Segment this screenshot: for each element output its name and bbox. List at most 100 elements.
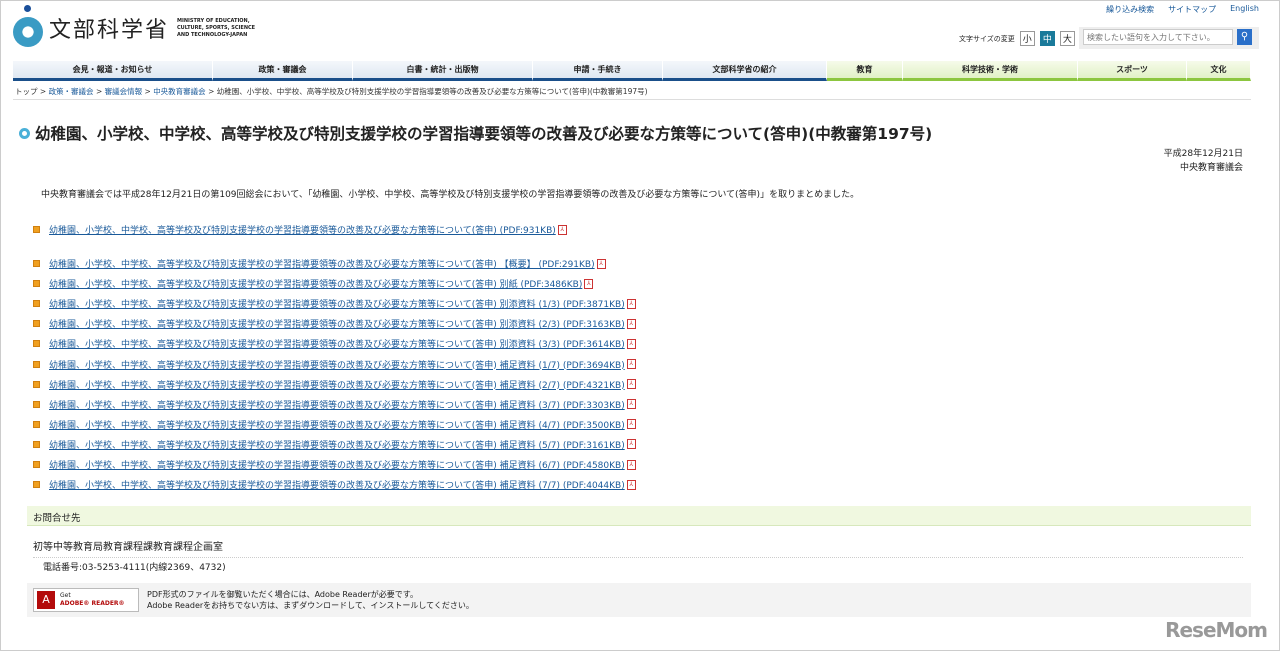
pdf-icon: ⅄ <box>584 278 594 289</box>
pdf-icon: ⅄ <box>626 399 636 410</box>
breadcrumb: トップ > 政策・審議会 > 審議会情報 > 中央教育審議会 > 幼稚園、小学校… <box>15 87 648 96</box>
pdf-icon: ⅄ <box>626 439 636 450</box>
adobe-icon: A <box>37 591 55 609</box>
pdf-link[interactable]: 幼稚園、小学校、中学校、高等学校及び特別支援学校の学習指導要領等の改善及び必要な… <box>49 223 556 236</box>
pdf-link[interactable]: 幼稚園、小学校、中学校、高等学校及び特別支援学校の学習指導要領等の改善及び必要な… <box>49 277 582 290</box>
title-bullet-icon <box>19 127 30 139</box>
font-size-control: 文字サイズの変更 小 中 大 <box>959 31 1075 46</box>
pdf-icon: ⅄ <box>626 338 636 349</box>
global-nav: 会見・報道・お知らせ 政策・審議会 白書・統計・出版物 申請・手続き 文部科学省… <box>13 61 1251 81</box>
logo-text: 文部科学省 <box>49 18 170 43</box>
pdf-icon: ⅄ <box>626 479 636 490</box>
bullet-icon <box>33 461 40 468</box>
pdf-link-item: 幼稚園、小学校、中学校、高等学校及び特別支援学校の学習指導要領等の改善及び必要な… <box>33 458 636 471</box>
nav-press[interactable]: 会見・報道・お知らせ <box>13 61 213 81</box>
contact-phone: 電話番号:03-5253-4111(内線2369、4732) <box>43 563 226 573</box>
font-size-medium[interactable]: 中 <box>1039 31 1055 46</box>
description: 中央教育審議会では平成28年12月21日の第109回総会において、「幼稚園、小学… <box>41 190 860 200</box>
nav-science[interactable]: 科学技術・学術 <box>903 61 1078 81</box>
font-size-label: 文字サイズの変更 <box>959 34 1015 43</box>
pdf-icon: ⅄ <box>626 359 636 369</box>
pdf-link[interactable]: 幼稚園、小学校、中学校、高等学校及び特別支援学校の学習指導要領等の改善及び必要な… <box>49 478 625 491</box>
search-button[interactable]: ⚲ <box>1237 29 1252 45</box>
bullet-icon <box>33 320 40 328</box>
bullet-icon <box>33 400 40 408</box>
pdf-link[interactable]: 幼稚園、小学校、中学校、高等学校及び特別支援学校の学習指導要領等の改善及び必要な… <box>49 418 625 431</box>
breadcrumb-top[interactable]: トップ <box>15 87 38 96</box>
pdf-link-item: 幼稚園、小学校、中学校、高等学校及び特別支援学校の学習指導要領等の改善及び必要な… <box>33 297 636 310</box>
pdf-icon: ⅄ <box>626 459 636 470</box>
bullet-icon <box>33 380 40 388</box>
contact-office: 初等中等教育局教育課程課教育課程企画室 <box>33 538 1243 558</box>
bullet-icon <box>33 260 40 267</box>
pdf-icon: ⅄ <box>626 419 636 430</box>
pdf-link[interactable]: 幼稚園、小学校、中学校、高等学校及び特別支援学校の学習指導要領等の改善及び必要な… <box>49 317 625 330</box>
pdf-link-item: 幼稚園、小学校、中学校、高等学校及び特別支援学校の学習指導要領等の改善及び必要な… <box>33 398 636 411</box>
refine-search-link[interactable]: 繰り込み検索 <box>1106 4 1154 15</box>
pdf-link-item: 幼稚園、小学校、中学校、高等学校及び特別支援学校の学習指導要領等の改善及び必要な… <box>33 277 594 290</box>
bullet-icon <box>33 360 40 368</box>
nav-sports[interactable]: スポーツ <box>1078 61 1187 81</box>
bullet-icon <box>33 420 40 428</box>
utility-links: 繰り込み検索 サイトマップ English <box>1106 4 1259 15</box>
pdf-link-item: 幼稚園、小学校、中学校、高等学校及び特別支援学校の学習指導要領等の改善及び必要な… <box>33 438 636 451</box>
logo-emblem-icon <box>13 5 43 47</box>
date-block: 平成28年12月21日 中央教育審議会 <box>1164 147 1243 175</box>
contact-heading: お問合せ先 <box>27 506 1251 526</box>
pdf-link[interactable]: 幼稚園、小学校、中学校、高等学校及び特別支援学校の学習指導要領等の改善及び必要な… <box>49 378 625 391</box>
breadcrumb-current: 幼稚園、小学校、中学校、高等学校及び特別支援学校の学習指導要領等の改善及び必要な… <box>216 87 648 96</box>
get-adobe-reader-button[interactable]: A Get ADOBE® READER® <box>33 588 139 612</box>
pdf-link-item: 幼稚園、小学校、中学校、高等学校及び特別支援学校の学習指導要領等の改善及び必要な… <box>33 378 636 391</box>
bullet-icon <box>33 226 40 233</box>
ministry-logo[interactable]: 文部科学省 MINISTRY OF EDUCATION, CULTURE, SP… <box>13 5 257 47</box>
adobe-notice-line1: PDF形式のファイルを御覧いただく場合には、Adobe Readerが必要です。 <box>147 590 418 599</box>
get-label: Get <box>60 592 71 599</box>
search-box: ⚲ <box>1079 27 1259 49</box>
pdf-icon: ⅄ <box>626 318 636 329</box>
bullet-icon <box>33 280 40 288</box>
nav-publications[interactable]: 白書・統計・出版物 <box>353 61 533 81</box>
english-link[interactable]: English <box>1230 4 1259 15</box>
pdf-link-item: 幼稚園、小学校、中学校、高等学校及び特別支援学校の学習指導要領等の改善及び必要な… <box>33 257 606 270</box>
reader-label: ADOBE® READER® <box>60 600 125 607</box>
font-size-large[interactable]: 大 <box>1059 31 1075 46</box>
pdf-link[interactable]: 幼稚園、小学校、中学校、高等学校及び特別支援学校の学習指導要領等の改善及び必要な… <box>49 438 625 451</box>
pdf-link-item: 幼稚園、小学校、中学校、高等学校及び特別支援学校の学習指導要領等の改善及び必要な… <box>33 337 636 350</box>
nav-education[interactable]: 教育 <box>827 61 903 81</box>
pdf-link[interactable]: 幼稚園、小学校、中学校、高等学校及び特別支援学校の学習指導要領等の改善及び必要な… <box>49 398 625 411</box>
pdf-icon: ⅄ <box>596 258 606 269</box>
date: 平成28年12月21日 <box>1163 149 1243 159</box>
bullet-icon <box>33 340 40 348</box>
nav-about[interactable]: 文部科学省の紹介 <box>663 61 827 81</box>
pdf-link[interactable]: 幼稚園、小学校、中学校、高等学校及び特別支援学校の学習指導要領等の改善及び必要な… <box>49 358 625 371</box>
font-size-small[interactable]: 小 <box>1019 31 1035 46</box>
pdf-link-item: 幼稚園、小学校、中学校、高等学校及び特別支援学校の学習指導要領等の改善及び必要な… <box>33 418 636 431</box>
adobe-notice-line2: Adobe Readerをお持ちでない方は、まずダウンロードして、インストールし… <box>147 601 474 610</box>
divider <box>13 99 1251 100</box>
pdf-link-item: 幼稚園、小学校、中学校、高等学校及び特別支援学校の学習指導要領等の改善及び必要な… <box>33 478 636 491</box>
resemom-watermark: ReseMom <box>1165 618 1268 642</box>
breadcrumb-central-council[interactable]: 中央教育審議会 <box>153 87 206 96</box>
page-title: 幼稚園、小学校、中学校、高等学校及び特別支援学校の学習指導要領等の改善及び必要な… <box>19 122 932 144</box>
pdf-icon: ⅄ <box>626 298 636 309</box>
pdf-link-item: 幼稚園、小学校、中学校、高等学校及び特別支援学校の学習指導要領等の改善及び必要な… <box>33 223 567 236</box>
pdf-link[interactable]: 幼稚園、小学校、中学校、高等学校及び特別支援学校の学習指導要領等の改善及び必要な… <box>49 337 625 350</box>
organization: 中央教育審議会 <box>1179 163 1243 173</box>
pdf-link[interactable]: 幼稚園、小学校、中学校、高等学校及び特別支援学校の学習指導要領等の改善及び必要な… <box>49 458 625 471</box>
pdf-icon: ⅄ <box>626 379 636 390</box>
logo-english: MINISTRY OF EDUCATION, CULTURE, SPORTS, … <box>177 17 256 38</box>
nav-culture[interactable]: 文化 <box>1187 61 1251 81</box>
sitemap-link[interactable]: サイトマップ <box>1168 4 1216 15</box>
search-input[interactable] <box>1083 29 1233 45</box>
breadcrumb-policy[interactable]: 政策・審議会 <box>49 87 94 96</box>
nav-policy[interactable]: 政策・審議会 <box>213 61 353 81</box>
pdf-link-item: 幼稚園、小学校、中学校、高等学校及び特別支援学校の学習指導要領等の改善及び必要な… <box>33 317 636 330</box>
pdf-link-item: 幼稚園、小学校、中学校、高等学校及び特別支援学校の学習指導要領等の改善及び必要な… <box>33 358 636 371</box>
breadcrumb-council-info[interactable]: 審議会情報 <box>105 87 143 96</box>
bullet-icon <box>33 481 40 489</box>
adobe-reader-notice: A Get ADOBE® READER® PDF形式のファイルを御覧いただく場合に… <box>27 583 1251 617</box>
pdf-link[interactable]: 幼稚園、小学校、中学校、高等学校及び特別支援学校の学習指導要領等の改善及び必要な… <box>49 257 595 270</box>
bullet-icon <box>33 440 40 448</box>
nav-applications[interactable]: 申請・手続き <box>533 61 663 81</box>
pdf-link[interactable]: 幼稚園、小学校、中学校、高等学校及び特別支援学校の学習指導要領等の改善及び必要な… <box>49 297 625 310</box>
